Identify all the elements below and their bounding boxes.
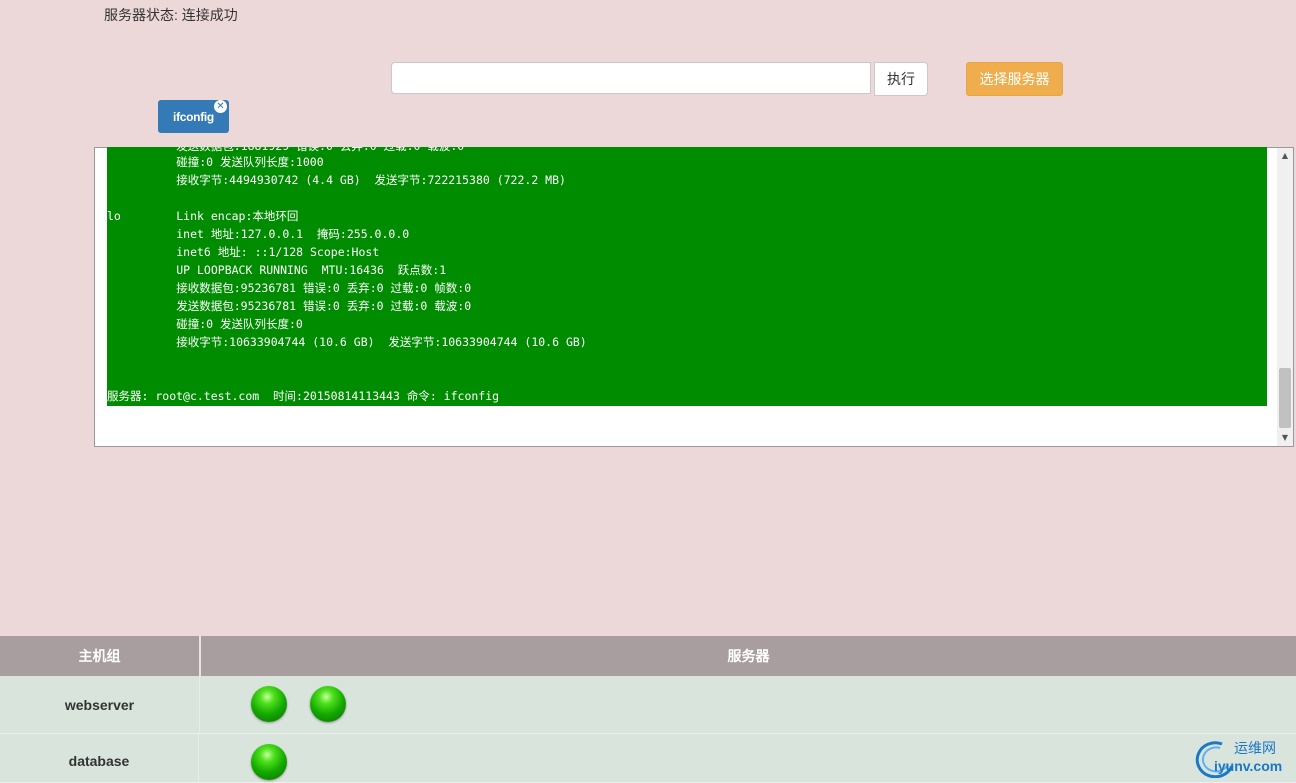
tab-label: ifconfig [173,109,214,124]
terminal-output: 发送数据包:1881929 错误:0 丢弃:0 过载:0 载波:0 碰撞:0 发… [107,147,1267,406]
terminal-line: inet 地址:127.0.0.1 掩码:255.0.0.0 [107,227,410,241]
server-status-online-icon[interactable] [310,686,346,722]
table-row: webserver [0,676,1296,734]
terminal-panel: 发送数据包:1881929 错误:0 丢弃:0 过载:0 载波:0 碰撞:0 发… [94,147,1294,447]
terminal-scrollbar[interactable]: ▲ ▼ [1277,148,1293,446]
table-header: 主机组 服务器 [0,636,1296,676]
watermark-text-cn: 运维网 [1234,741,1276,757]
terminal-line: lo Link encap:本地环回 [107,209,299,223]
watermark-text-domain: iyunv.com [1214,758,1283,774]
terminal-line: 接收字节:10633904744 (10.6 GB) 发送字节:10633904… [107,335,587,349]
terminal-line: 碰撞:0 发送队列长度:1000 [107,155,324,169]
host-group-name[interactable]: webserver [0,676,200,733]
site-watermark-logo: 运维网 iyunv.com [1192,736,1292,778]
select-server-button[interactable]: 选择服务器 [966,62,1063,96]
terminal-line: 发送数据包:95236781 错误:0 丢弃:0 过载:0 载波:0 [107,299,472,313]
host-group-name[interactable]: database [0,734,199,782]
server-status-online-icon[interactable] [251,744,287,780]
terminal-line: inet6 地址: ::1/128 Scope:Host [107,245,380,259]
host-group-table: 主机组 服务器 webserver database [0,636,1296,783]
server-status-text: 服务器状态: 连接成功 [104,7,238,23]
server-status-online-icon[interactable] [251,686,287,722]
terminal-line: 接收数据包:95236781 错误:0 丢弃:0 过载:0 帧数:0 [107,281,472,295]
column-header-host-group: 主机组 [0,636,201,676]
command-input[interactable] [391,62,871,94]
scroll-down-arrow-icon[interactable]: ▼ [1277,430,1293,446]
execute-button[interactable]: 执行 [874,62,928,96]
terminal-footer-line: 服务器: root@c.test.com 时间:20150814113443 命… [107,389,500,403]
terminal-line: 接收字节:4494930742 (4.4 GB) 发送字节:722215380 … [107,173,566,187]
column-header-servers: 服务器 [727,648,770,664]
terminal-line: 碰撞:0 发送队列长度:0 [107,317,303,331]
table-row: database [0,734,1296,783]
scrollbar-thumb[interactable] [1279,368,1291,428]
terminal-line: UP LOOPBACK RUNNING MTU:16436 跃点数:1 [107,263,447,277]
scroll-up-arrow-icon[interactable]: ▲ [1277,148,1293,164]
close-icon[interactable]: ✕ [214,100,227,113]
